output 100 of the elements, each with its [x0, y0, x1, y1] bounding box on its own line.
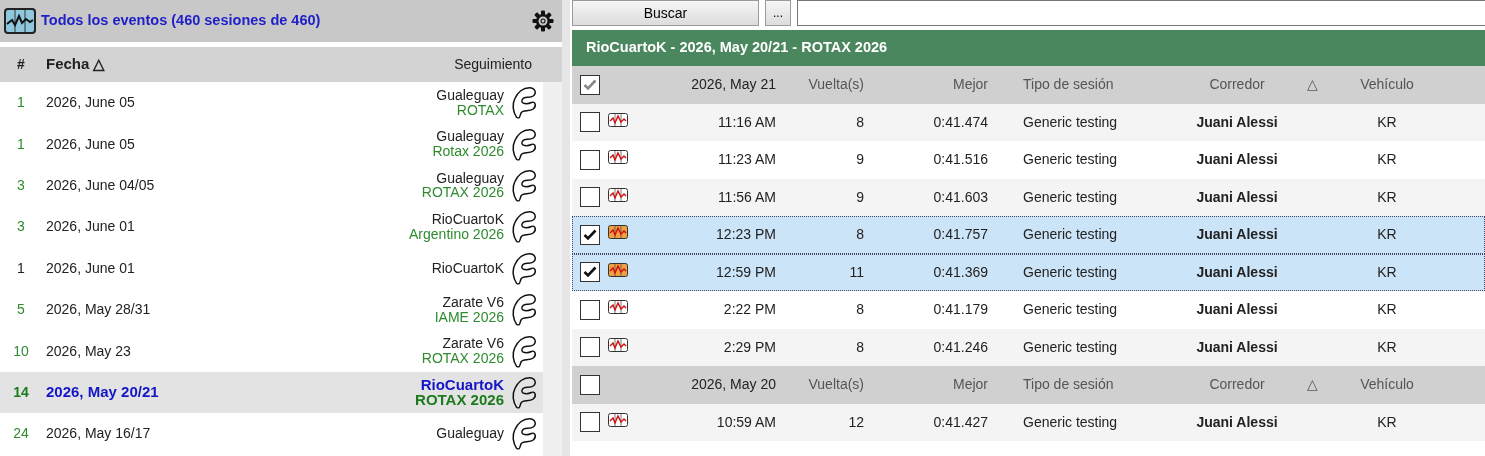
session-chart-icon[interactable]: [608, 337, 628, 352]
session-chart-icon[interactable]: [608, 300, 628, 315]
lap-count: 8: [856, 338, 864, 355]
series-name: ROTAX 2026: [421, 351, 504, 366]
event-row[interactable]: 3 2026, June 01 RioCuartoK Argentino 2026: [0, 206, 543, 248]
settings-icon[interactable]: [532, 10, 554, 32]
checkbox[interactable]: [580, 112, 600, 133]
scrollbar-track[interactable]: [543, 82, 562, 456]
session-count: 3: [17, 176, 25, 193]
vehicle-name: KR: [1377, 263, 1397, 280]
driver-name: Juani Alessi: [1196, 188, 1278, 205]
column-header[interactable]: Mejor: [953, 376, 988, 393]
session-chart-icon[interactable]: [608, 112, 628, 127]
track-name: RioCuartoK: [431, 212, 504, 227]
session-count: 3: [17, 218, 25, 235]
driver-name: Juani Alessi: [1196, 151, 1278, 168]
column-header[interactable]: Vehículo: [1360, 76, 1414, 93]
session-time: 11:16 AM: [717, 113, 776, 130]
lap-count: 8: [856, 113, 864, 130]
vehicle-name: KR: [1377, 338, 1397, 355]
checkbox[interactable]: [580, 299, 600, 320]
session-count: 5: [17, 301, 25, 318]
column-header[interactable]: #: [17, 56, 25, 72]
checkbox[interactable]: [580, 412, 600, 433]
event-row[interactable]: 3 2026, June 04/05 Gualeguay ROTAX 2026: [0, 164, 543, 207]
column-header[interactable]: Corredor: [1209, 376, 1265, 393]
checkbox[interactable]: [580, 187, 600, 208]
event-date: 2026, June 04/05: [46, 176, 155, 193]
event-row[interactable]: 5 2026, May 28/31 Zarate V6 IAME 2026: [0, 288, 543, 331]
session-chart-icon[interactable]: [608, 187, 628, 202]
session-count: 24: [13, 425, 29, 442]
session-time: 11:23 AM: [717, 151, 776, 168]
session-time: 2:22 PM: [723, 301, 776, 318]
column-header[interactable]: Seguimiento: [454, 56, 532, 72]
column-header[interactable]: Corredor: [1209, 76, 1265, 93]
chart-icon[interactable]: [4, 8, 36, 34]
series-name: Argentino 2026: [409, 226, 504, 242]
series-name: ROTAX: [456, 102, 504, 118]
series-name: ROTAX 2026: [415, 392, 504, 409]
lap-count: 8: [856, 301, 864, 318]
session-chart-icon[interactable]: [608, 412, 628, 427]
event-row[interactable]: 1 2026, June 05 Gualeguay Rotax 2026: [0, 123, 543, 165]
event-row[interactable]: 24 2026, May 16/17 Gualeguay: [0, 413, 543, 455]
session-chart-icon[interactable]: [608, 225, 628, 240]
session-type: Generic testing: [1023, 263, 1118, 280]
driver-name: Juani Alessi: [1196, 338, 1278, 355]
checkbox[interactable]: [580, 262, 600, 283]
track-name: Gualeguay: [436, 170, 504, 186]
checkbox[interactable]: [580, 149, 600, 170]
track-name: RioCuartoK: [420, 376, 504, 393]
checkbox[interactable]: [580, 74, 600, 95]
best-lap-time: 0:41.179: [933, 301, 988, 318]
session-time: 12:59 PM: [716, 263, 776, 280]
session-time: 2:29 PM: [723, 338, 776, 355]
session-type: Generic testing: [1023, 188, 1118, 205]
checkbox[interactable]: [580, 224, 600, 245]
event-date: 2026, June 01: [46, 218, 135, 235]
event-date: 2026, May 23: [46, 342, 131, 359]
session-count: 1: [17, 135, 25, 152]
event-row[interactable]: 1 2026, June 05 Gualeguay ROTAX: [0, 82, 543, 124]
column-header[interactable]: Vuelta(s): [808, 376, 864, 393]
vehicle-name: KR: [1377, 151, 1397, 168]
event-date: 2026, June 01: [46, 259, 135, 276]
best-lap-time: 0:41.369: [933, 263, 988, 280]
lap-count: 8: [856, 226, 864, 243]
event-row[interactable]: 10 2026, May 23 Zarate V6 ROTAX 2026: [0, 330, 543, 372]
lap-count: 9: [856, 188, 864, 205]
session-chart-icon[interactable]: [608, 262, 628, 277]
series-name: IAME 2026: [434, 309, 504, 325]
vehicle-name: KR: [1377, 413, 1397, 430]
search-button[interactable]: Buscar: [572, 0, 759, 26]
track-name: Gualeguay: [436, 88, 504, 103]
column-header[interactable]: Mejor: [953, 76, 988, 93]
column-header[interactable]: Tipo de sesión: [1023, 376, 1114, 393]
driver-name: Juani Alessi: [1196, 263, 1278, 280]
lap-count: 12: [848, 413, 864, 430]
driver-name: Juani Alessi: [1196, 226, 1278, 243]
best-lap-time: 0:41.427: [933, 413, 988, 430]
event-date: 2026, June 05: [46, 94, 135, 111]
series-name: ROTAX 2026: [421, 185, 504, 201]
best-lap-time: 0:41.474: [933, 113, 988, 130]
vehicle-name: KR: [1377, 226, 1397, 243]
search-field[interactable]: [797, 0, 1485, 26]
session-count: 1: [17, 259, 25, 276]
best-lap-time: 0:41.603: [933, 188, 988, 205]
sort-indicator: △: [92, 54, 105, 75]
session-type: Generic testing: [1023, 151, 1118, 168]
checkbox[interactable]: [580, 337, 600, 358]
more-button[interactable]: ...: [765, 0, 791, 26]
session-chart-icon[interactable]: [608, 150, 628, 165]
column-header[interactable]: Fecha: [46, 53, 90, 76]
column-header[interactable]: Vehículo: [1360, 376, 1414, 393]
event-row[interactable]: 1 2026, June 01 RioCuartoK: [0, 247, 543, 289]
column-header[interactable]: Tipo de sesión: [1023, 76, 1114, 93]
session-type: Generic testing: [1023, 113, 1118, 130]
session-type: Generic testing: [1023, 413, 1118, 430]
checkbox[interactable]: [580, 374, 600, 395]
event-row[interactable]: 14 2026, May 20/21 RioCuartoK ROTAX 2026: [0, 371, 543, 414]
event-title: RioCuartoK - 2026, May 20/21 - ROTAX 2026: [572, 30, 1485, 66]
column-header[interactable]: Vuelta(s): [808, 76, 864, 93]
